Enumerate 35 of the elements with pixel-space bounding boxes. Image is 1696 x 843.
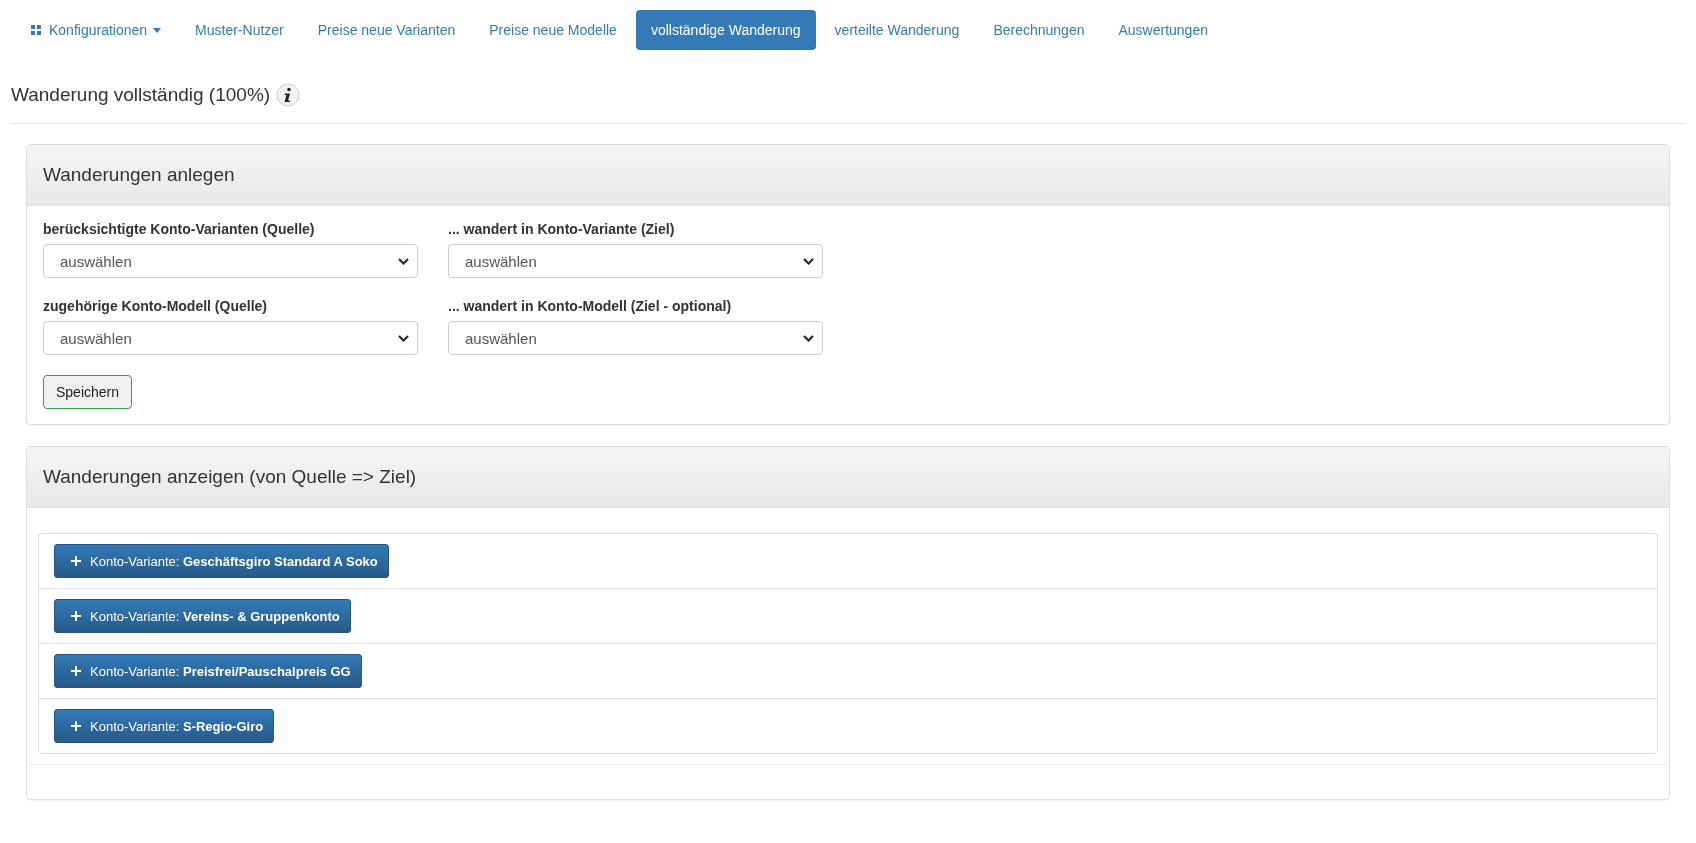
nav-tab[interactable]: Muster-Nutzer (180, 10, 299, 50)
page-title: Wanderung vollständig (100%) (11, 84, 271, 106)
field-label: ... wandert in Konto-Modell (Ziel - optional) (448, 298, 733, 314)
plus-icon (71, 556, 81, 566)
caret-icon (153, 27, 162, 33)
field-label: berücksichtigte Konto-Varianten (Quelle) (43, 221, 316, 237)
chevron-down-icon (398, 334, 409, 342)
expand-button[interactable]: Konto-Variante: S-Regio-Giro (54, 709, 275, 743)
nav-tab[interactable]: Berechnungen (978, 10, 1100, 50)
select-field[interactable]: auswählen (43, 244, 418, 278)
grid-icon (31, 25, 41, 35)
select-field[interactable]: auswählen (448, 321, 823, 355)
select-field[interactable]: auswählen (43, 321, 418, 355)
expand-button[interactable]: Konto-Variante: Vereins- & Gruppenkonto (54, 599, 351, 633)
nav-tab[interactable]: Auswertungen (1103, 10, 1223, 50)
panel-title: Wanderungen anzeigen (von Quelle => Ziel) (43, 466, 417, 488)
plus-icon (71, 721, 81, 731)
expand-button[interactable]: Konto-Variante: Geschäftsgiro Standard A Soko (54, 544, 389, 578)
save-button[interactable]: Speichern (43, 375, 133, 409)
field-label: ... wandert in Konto-Variante (Ziel) (448, 221, 676, 237)
nav-tab[interactable]: Preise neue Modelle (474, 10, 632, 50)
nav-tab[interactable]: vollständige Wanderung (635, 10, 816, 50)
chevron-down-icon (803, 257, 814, 265)
nav-tab[interactable]: verteilte Wanderung (819, 10, 975, 50)
select-field[interactable]: auswählen (448, 244, 823, 278)
expand-button[interactable]: Konto-Variante: Preisfrei/Pauschalpreis GG (54, 654, 362, 688)
info-icon[interactable] (276, 83, 301, 107)
field-label: zugehörige Konto-Modell (Quelle) (43, 298, 268, 314)
plus-icon (71, 666, 81, 676)
nav-tab[interactable]: Preise neue Varianten (302, 10, 471, 50)
chevron-down-icon (803, 334, 814, 342)
dropdown-menu-tab[interactable]: Konfigurationen (16, 10, 177, 50)
plus-icon (71, 611, 81, 621)
panel-title: Wanderungen anlegen (43, 164, 235, 186)
chevron-down-icon (398, 257, 409, 265)
